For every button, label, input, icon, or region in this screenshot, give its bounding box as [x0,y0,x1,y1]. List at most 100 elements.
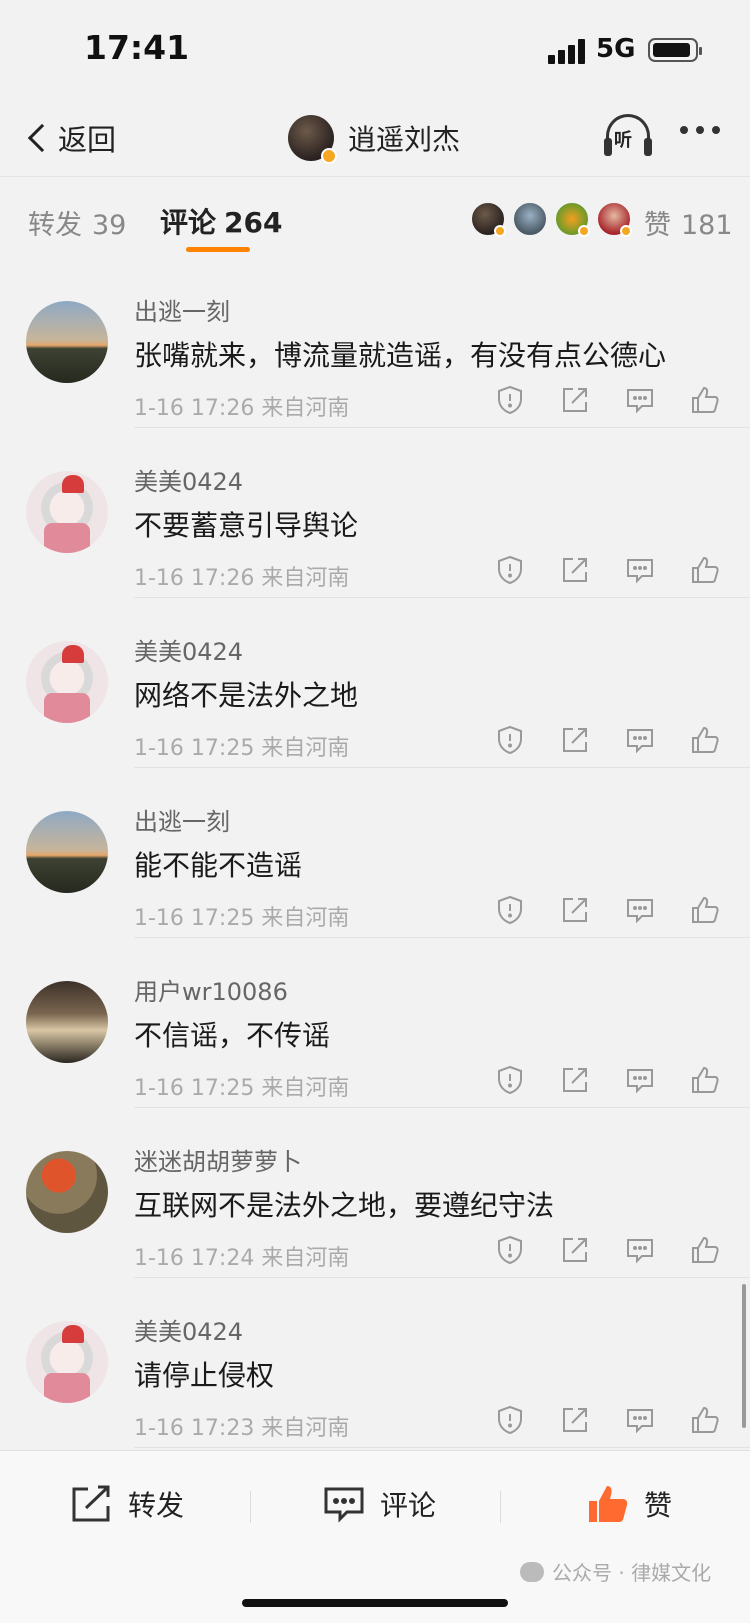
avatar[interactable] [26,641,108,723]
avatar[interactable] [26,1321,108,1403]
liker-avatars[interactable] [470,201,638,237]
like-label: 赞 [644,1489,673,1522]
list-item[interactable]: 出逃一刻 能不能不造谣 1-16 17:25 来自河南 [0,768,750,938]
more-button[interactable] [680,126,720,134]
like-icon[interactable] [689,1404,721,1436]
tab-bar: 转发 39 评论 264 赞 181 [0,176,750,258]
report-shield-icon[interactable] [494,1404,526,1436]
comment-meta: 1-16 17:25 来自河南 [134,736,350,761]
repost-icon [72,1485,110,1522]
reply-icon[interactable] [624,554,656,586]
tab-comments[interactable]: 评论 264 [160,201,282,241]
report-shield-icon[interactable] [494,384,526,416]
like-icon[interactable] [689,894,721,926]
back-label: 返回 [58,123,117,157]
avatar [470,201,506,237]
avatar[interactable] [26,811,108,893]
share-icon[interactable] [559,724,591,756]
like-button[interactable]: 赞 [586,1479,672,1529]
signal-icon [548,38,586,64]
reply-icon[interactable] [624,384,656,416]
comment-label: 评论 [380,1489,437,1522]
repost-button[interactable]: 转发 [70,1479,184,1529]
comment-text: 互联网不是法外之地，要遵纪守法 [134,1189,555,1222]
comment-button[interactable]: 评论 [322,1479,436,1529]
home-indicator[interactable] [242,1599,508,1607]
author-name: 逍遥刘杰 [348,123,461,156]
listen-label: 听 [614,130,632,151]
nav-bar: 返回 逍遥刘杰 听 [0,100,750,176]
comment-username[interactable]: 美美0424 [134,462,243,497]
comment-text: 张嘴就来，博流量就造谣，有没有点公德心 [134,339,667,372]
wechat-icon [520,1561,544,1582]
like-icon[interactable] [689,1234,721,1266]
network-type: 5G [596,34,636,64]
share-icon[interactable] [559,1404,591,1436]
comment-meta: 1-16 17:25 来自河南 [134,1076,350,1101]
tab-comments-count: 264 [224,206,283,239]
comment-username[interactable]: 美美0424 [134,1312,243,1347]
tab-repost[interactable]: 转发 39 [28,203,126,242]
repost-label: 转发 [128,1489,185,1522]
report-shield-icon[interactable] [494,894,526,926]
report-shield-icon[interactable] [494,1064,526,1096]
author-header[interactable]: 逍遥刘杰 [288,110,460,166]
avatar [596,201,632,237]
like-icon[interactable] [689,724,721,756]
comment-username[interactable]: 用户wr10086 [134,972,288,1007]
comment-meta: 1-16 17:26 来自河南 [134,566,350,591]
comment-meta: 1-16 17:24 来自河南 [134,1246,350,1271]
reply-icon[interactable] [624,894,656,926]
reply-icon[interactable] [624,1234,656,1266]
status-bar: 17:41 5G [0,0,750,100]
list-item[interactable]: 美美0424 请停止侵权 1-16 17:23 来自河南 [0,1278,750,1448]
comment-username[interactable]: 出逃一刻 [134,802,230,837]
like-icon[interactable] [689,1064,721,1096]
like-icon[interactable] [689,384,721,416]
more-dots-icon [680,126,688,134]
comment-username[interactable]: 迷迷胡胡萝萝卜 [134,1142,302,1177]
tab-likes-label: 赞 [644,210,671,241]
list-item[interactable]: 迷迷胡胡萝萝卜 互联网不是法外之地，要遵纪守法 1-16 17:24 来自河南 [0,1108,750,1278]
share-icon[interactable] [559,384,591,416]
comment-text: 请停止侵权 [134,1359,275,1392]
list-item[interactable]: 出逃一刻 张嘴就来，博流量就造谣，有没有点公德心 1-16 17:26 来自河南 [0,258,750,428]
comment-icon [324,1487,364,1523]
comment-meta: 1-16 17:26 来自河南 [134,396,350,421]
comment-username[interactable]: 美美0424 [134,632,243,667]
tab-likes[interactable]: 赞 181 [644,203,733,242]
scrollbar[interactable] [742,1284,746,1428]
listen-button[interactable]: 听 [604,114,652,160]
watermark: 公众号 · 律媒文化 [520,1557,711,1586]
share-icon[interactable] [559,1064,591,1096]
tab-repost-count: 39 [92,210,127,241]
chevron-left-icon [27,123,57,153]
avatar[interactable] [26,301,108,383]
avatar[interactable] [26,471,108,553]
comment-meta: 1-16 17:25 来自河南 [134,906,350,931]
avatar [554,201,590,237]
active-tab-indicator [186,247,250,252]
share-icon[interactable] [559,1234,591,1266]
share-icon[interactable] [559,894,591,926]
report-shield-icon[interactable] [494,1234,526,1266]
list-item[interactable]: 用户wr10086 不信谣，不传谣 1-16 17:25 来自河南 [0,938,750,1108]
share-icon[interactable] [559,554,591,586]
reply-icon[interactable] [624,724,656,756]
avatar [512,201,548,237]
back-button[interactable]: 返回 [24,114,116,162]
comment-username[interactable]: 出逃一刻 [134,292,230,327]
comment-text: 网络不是法外之地 [134,679,359,712]
status-time: 17:41 [84,28,190,67]
list-item[interactable]: 美美0424 不要蓄意引导舆论 1-16 17:26 来自河南 [0,428,750,598]
like-icon[interactable] [689,554,721,586]
tab-repost-label: 转发 [28,210,82,241]
reply-icon[interactable] [624,1064,656,1096]
verified-badge-icon [321,148,337,164]
report-shield-icon[interactable] [494,554,526,586]
avatar[interactable] [26,1151,108,1233]
list-item[interactable]: 美美0424 网络不是法外之地 1-16 17:25 来自河南 [0,598,750,768]
reply-icon[interactable] [624,1404,656,1436]
avatar[interactable] [26,981,108,1063]
report-shield-icon[interactable] [494,724,526,756]
